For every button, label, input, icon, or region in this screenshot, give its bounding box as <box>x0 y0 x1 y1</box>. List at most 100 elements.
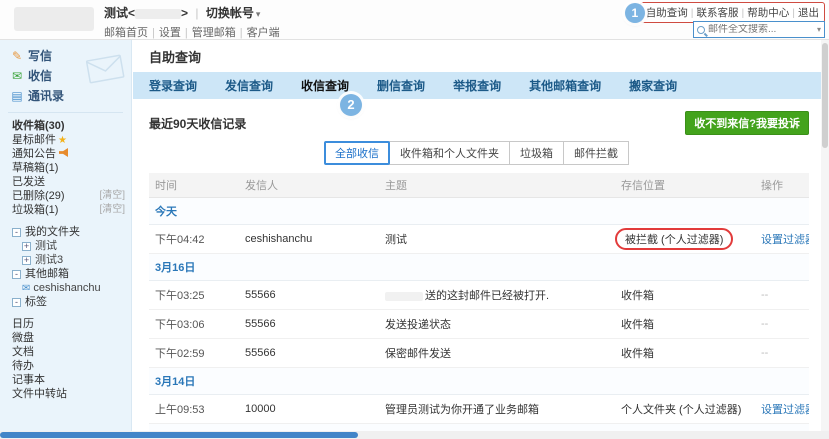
sidebar-folder[interactable]: 已删除(29)[清空] <box>0 189 131 203</box>
horizontal-scrollbar-thumb[interactable] <box>0 432 358 438</box>
empty-folder-link[interactable]: [清空] <box>99 189 125 203</box>
vertical-scrollbar-thumb[interactable] <box>822 43 828 148</box>
section-head: 最近90天收信记录 收不到来信?我要投诉 <box>133 99 821 135</box>
filter-button[interactable]: 收件箱和个人文件夹 <box>389 141 510 165</box>
tab[interactable]: 删信查询 <box>377 77 425 94</box>
cell-subject: 管理员测试为你开通了业务邮箱 <box>379 395 615 424</box>
sidebar-app-item[interactable]: 待办 <box>0 359 131 373</box>
set-filter-link[interactable]: 设置过滤器 <box>761 404 809 416</box>
tree-group-label: 标签 <box>25 296 47 308</box>
redacted-email <box>135 9 181 19</box>
folder-label: 垃圾箱(1) <box>12 204 58 216</box>
top-link[interactable]: 自助查询 <box>646 7 688 19</box>
sidebar-apps: 日历微盘文档待办记事本文件中转站 <box>0 317 131 401</box>
sidebar-app-item[interactable]: 文件中转站 <box>0 387 131 401</box>
top-link[interactable]: 帮助中心 <box>747 7 789 19</box>
sidebar-app-item[interactable]: 微盘 <box>0 331 131 345</box>
tab[interactable]: 其他邮箱查询 <box>529 77 601 94</box>
tree-expand-icon[interactable]: + <box>22 256 31 265</box>
sidebar-tree-group[interactable]: -标签 <box>0 295 131 309</box>
cell-sender: ceshishanchu <box>239 225 379 254</box>
search-scope-dropdown-icon[interactable]: ▾ <box>817 25 821 34</box>
header-nav-links: 邮箱首页|设置|管理邮箱|客户端 <box>104 24 280 40</box>
set-filter-link[interactable]: 设置过滤器 <box>761 234 809 246</box>
account-name: 测试< <box>104 6 135 20</box>
sidebar-app-item[interactable]: 记事本 <box>0 373 131 387</box>
cell-location: 被拦截 (个人过滤器) <box>615 225 755 254</box>
cell-action: -- <box>755 339 809 368</box>
cell-subject: 保密邮件发送 <box>379 339 615 368</box>
cell-action: -- <box>755 310 809 339</box>
topbar: 测试<> | 切换帐号▾ 邮箱首页|设置|管理邮箱|客户端 1 自助查询 |联系客… <box>0 0 829 40</box>
redacted-text <box>385 292 423 301</box>
intercepted-annotation: 被拦截 (个人过滤器) <box>615 228 733 250</box>
tab[interactable]: 发信查询 <box>225 77 273 94</box>
sidebar-tree-group[interactable]: -其他邮箱 <box>0 267 131 281</box>
sidebar-app-item[interactable]: 文档 <box>0 345 131 359</box>
tree-collapse-icon[interactable]: - <box>12 270 21 279</box>
column-header: 发信人 <box>239 173 379 198</box>
complaint-button[interactable]: 收不到来信?我要投诉 <box>685 111 809 135</box>
sidebar-folder[interactable]: 星标邮件★ <box>0 133 131 147</box>
tab[interactable]: 登录查询 <box>149 77 197 94</box>
sidebar-tree-item[interactable]: +测试 <box>0 239 131 253</box>
folder-label: 已发送 <box>12 176 45 188</box>
annotation-step-1: 1 <box>625 3 645 23</box>
date-group-label: 3月16日 <box>149 254 809 281</box>
tree-collapse-icon[interactable]: - <box>12 298 21 307</box>
mail-icon: ✉ <box>22 283 30 294</box>
empty-folder-link[interactable]: [清空] <box>99 203 125 217</box>
filter-button[interactable]: 垃圾箱 <box>509 141 564 165</box>
tree-expand-icon[interactable]: + <box>22 242 31 251</box>
sidebar-folder[interactable]: 草稿箱(1) <box>0 161 131 175</box>
tab[interactable]: 搬家查询 <box>629 77 677 94</box>
date-group-row: 3月16日 <box>149 254 809 281</box>
column-header: 时间 <box>149 173 239 198</box>
sidebar-folder[interactable]: 垃圾箱(1) [清空] <box>0 203 131 217</box>
sidebar-action-compose[interactable]: ✎写信 <box>0 46 131 66</box>
folder-label: 草稿箱(1) <box>12 162 58 174</box>
separator: | <box>742 7 745 19</box>
tree-collapse-icon[interactable]: - <box>12 228 21 237</box>
top-link[interactable]: 退出 <box>798 7 819 19</box>
sidebar-folder[interactable]: 通知公告 <box>0 147 131 161</box>
top-link[interactable]: 联系客服 <box>697 7 739 19</box>
table-row[interactable]: 下午03:2555566送的这封邮件已经被打开.收件箱-- <box>149 281 809 310</box>
table-row[interactable]: 下午03:0655566发送投递状态收件箱-- <box>149 310 809 339</box>
table-row[interactable]: 下午04:42ceshishanchu测试被拦截 (个人过滤器)设置过滤器 <box>149 225 809 254</box>
filter-button[interactable]: 全部收信 <box>324 141 390 165</box>
cell-sender: 55566 <box>239 310 379 339</box>
cell-time: 下午04:42 <box>149 225 239 254</box>
tab[interactable]: 收信查询 <box>301 77 349 94</box>
sidebar-tree-item[interactable]: ✉ceshishanchu <box>0 281 131 295</box>
mail-search[interactable]: ▾ <box>693 21 825 38</box>
table-row[interactable]: 上午09:5310000管理员测试为你开通了业务邮箱个人文件夹 (个人过滤器)设… <box>149 395 809 424</box>
sidebar-app-item[interactable]: 日历 <box>0 317 131 331</box>
sidebar-action-contacts[interactable]: ▤通讯录 <box>0 86 131 106</box>
horizontal-scrollbar[interactable] <box>0 431 829 439</box>
account-block: 测试<> | 切换帐号▾ 邮箱首页|设置|管理邮箱|客户端 <box>104 4 280 40</box>
cell-action: 设置过滤器 <box>755 395 809 424</box>
header-nav-link[interactable]: 客户端 <box>247 27 280 39</box>
sidebar-tree-group[interactable]: -我的文件夹 <box>0 225 131 239</box>
sidebar-tree: -我的文件夹+测试+测试3-其他邮箱✉ceshishanchu-标签 <box>0 225 131 309</box>
page-title: 自助查询 <box>133 40 821 72</box>
sidebar-folder[interactable]: 已发送 <box>0 175 131 189</box>
sidebar-action-receive[interactable]: ✉收信 <box>0 66 131 86</box>
header-nav-link[interactable]: 管理邮箱 <box>192 27 236 39</box>
vertical-scrollbar[interactable] <box>821 40 829 431</box>
header-nav-link[interactable]: 邮箱首页 <box>104 27 148 39</box>
switch-account-link[interactable]: 切换帐号▾ <box>206 6 261 20</box>
caret-down-icon: ▾ <box>256 9 261 19</box>
search-input[interactable] <box>708 24 817 35</box>
sidebar-folder[interactable]: 收件箱(30) <box>0 119 131 133</box>
filter-button[interactable]: 邮件拦截 <box>563 141 629 165</box>
table-head-row: 时间发信人主题存信位置操作 <box>149 173 809 198</box>
header-nav-link[interactable]: 设置 <box>159 27 181 39</box>
cell-action: -- <box>755 281 809 310</box>
tab[interactable]: 举报查询 <box>453 77 501 94</box>
table-row[interactable]: 下午02:5955566保密邮件发送收件箱-- <box>149 339 809 368</box>
top-right-row: 1 自助查询|联系客服|帮助中心|退出 <box>625 2 825 23</box>
sidebar-tree-item[interactable]: +测试3 <box>0 253 131 267</box>
location-text: 收件箱 <box>621 319 654 331</box>
